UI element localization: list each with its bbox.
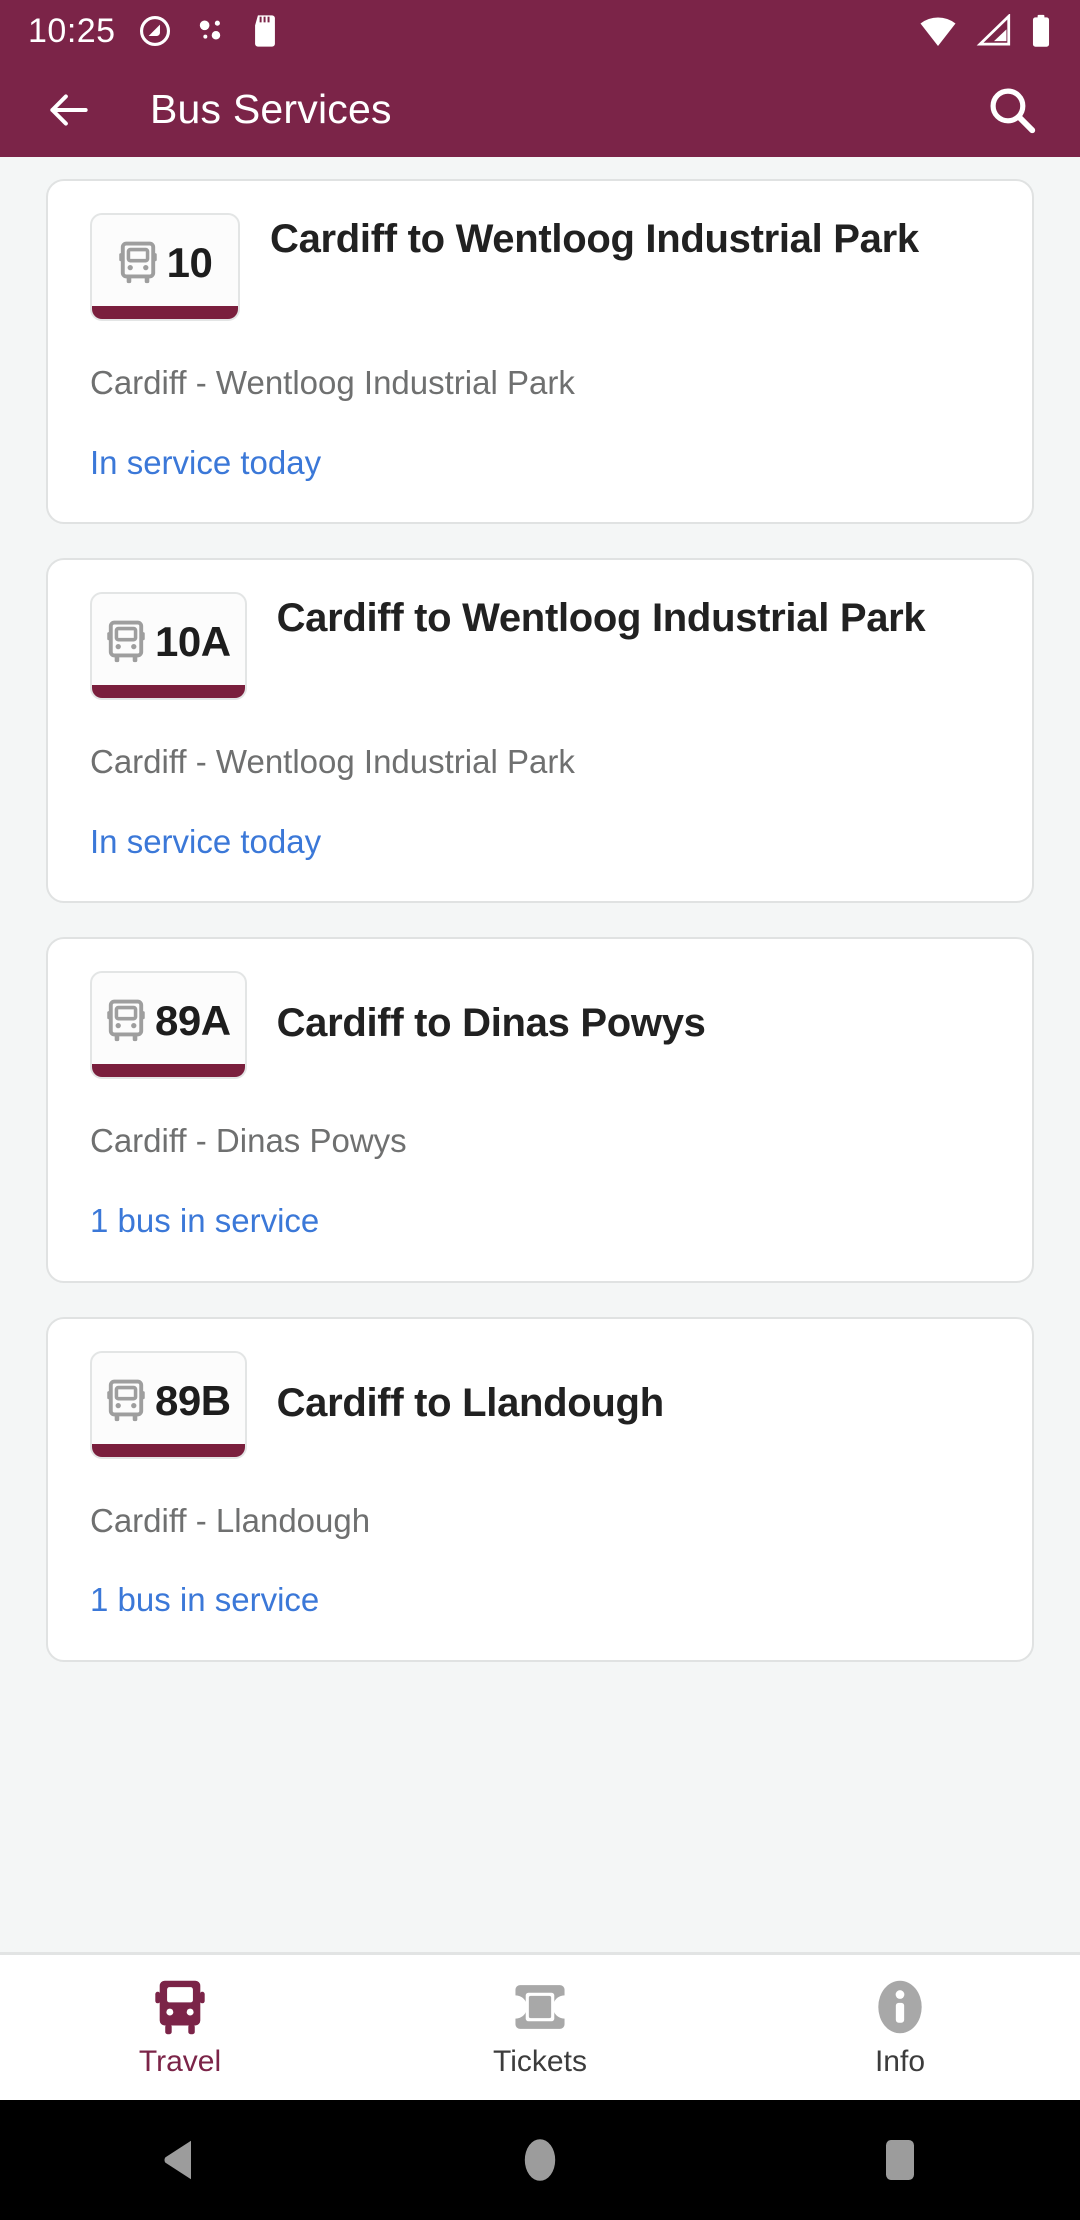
route-number: 89B [155,1376,231,1424]
route-number: 89A [155,997,231,1045]
service-subtitle: Cardiff - Wentloog Industrial Park [90,364,575,401]
back-button[interactable] [34,75,104,145]
route-badge: 89A [90,971,247,1080]
sd-card-icon [254,15,275,47]
service-card-header: 89A Cardiff to Dinas Powys [90,971,990,1080]
system-back-button[interactable] [120,2100,240,2220]
system-recents-button[interactable] [840,2100,960,2220]
service-title: Cardiff to Wentloog Industrial Park [270,217,919,261]
system-home-button[interactable] [480,2100,600,2220]
search-button[interactable] [974,72,1050,148]
bus-icon [155,1980,205,2034]
assistant-dots-icon [199,20,220,40]
bus-icon [107,620,145,663]
cellular-signal-icon [976,14,1011,46]
status-bar-left: 10:25 [28,12,280,51]
info-icon [878,1980,922,2033]
app-bar: Bus Services [0,62,1080,157]
triangle-back-icon [164,2140,191,2180]
service-status-link[interactable]: 1 bus in service [90,1580,990,1620]
service-card-header: 10A Cardiff to Wentloog Industrial Park [90,592,990,701]
circle-home-icon [524,2139,556,2181]
service-card[interactable]: 10 Cardiff to Wentloog Industrial Park C… [46,179,1034,525]
bus-icon [107,1379,145,1421]
route-badge: 89B [90,1350,247,1459]
bottom-navigation: Travel Tickets Info [0,1952,1080,2100]
service-title: Cardiff to Dinas Powys [276,1001,706,1046]
route-number: 10 [166,239,213,286]
nav-item-tickets[interactable]: Tickets [360,1955,720,2100]
service-card[interactable]: 89A Cardiff to Dinas Powys Cardiff - Din… [46,937,1034,1283]
nav-item-travel[interactable]: Travel [0,1955,360,2100]
status-bar: 10:25 [0,0,1080,62]
service-list[interactable]: 10 Cardiff to Wentloog Industrial Park C… [0,157,1080,1952]
service-status-link[interactable]: 1 bus in service [90,1201,990,1241]
search-icon [990,88,1036,133]
ticket-icon [515,1984,565,2029]
service-subtitle: Cardiff - Dinas Powys [90,1122,407,1160]
phone-screen: 10:25 Bus Services 10 Cardiff to Wentloo… [0,0,1080,2220]
android-system-nav [0,2100,1080,2220]
nav-label-travel: Travel [138,2044,222,2078]
square-recents-icon [886,2140,914,2180]
nav-label-info: Info [874,2044,926,2078]
service-card-header: 89B Cardiff to Llandough [90,1350,990,1459]
service-status-link[interactable]: In service today [90,822,990,862]
service-title: Cardiff to Wentloog Industrial Park [276,596,926,641]
service-card[interactable]: 89B Cardiff to Llandough Cardiff - Lland… [46,1316,1034,1662]
bus-icon [107,999,145,1042]
bus-icon [118,241,157,284]
service-subtitle: Cardiff - Llandough [90,1501,371,1539]
service-card-header: 10 Cardiff to Wentloog Industrial Park [90,213,990,321]
nav-label-tickets: Tickets [493,2044,587,2078]
service-status-link[interactable]: In service today [90,443,990,483]
page-title: Bus Services [150,86,392,132]
route-badge: 10 [90,213,240,321]
nav-item-info[interactable]: Info [720,1955,1080,2100]
android-q-icon [139,15,170,47]
wifi-icon [920,17,956,46]
battery-icon [1032,14,1050,47]
status-bar-clock: 10:25 [28,11,116,50]
back-arrow-icon [50,93,88,126]
service-subtitle: Cardiff - Wentloog Industrial Park [90,743,575,781]
service-card[interactable]: 10A Cardiff to Wentloog Industrial Park … [46,558,1034,904]
service-title: Cardiff to Llandough [276,1380,665,1425]
status-bar-right [918,14,1052,48]
route-number: 10A [155,618,231,666]
route-badge: 10A [90,592,247,701]
